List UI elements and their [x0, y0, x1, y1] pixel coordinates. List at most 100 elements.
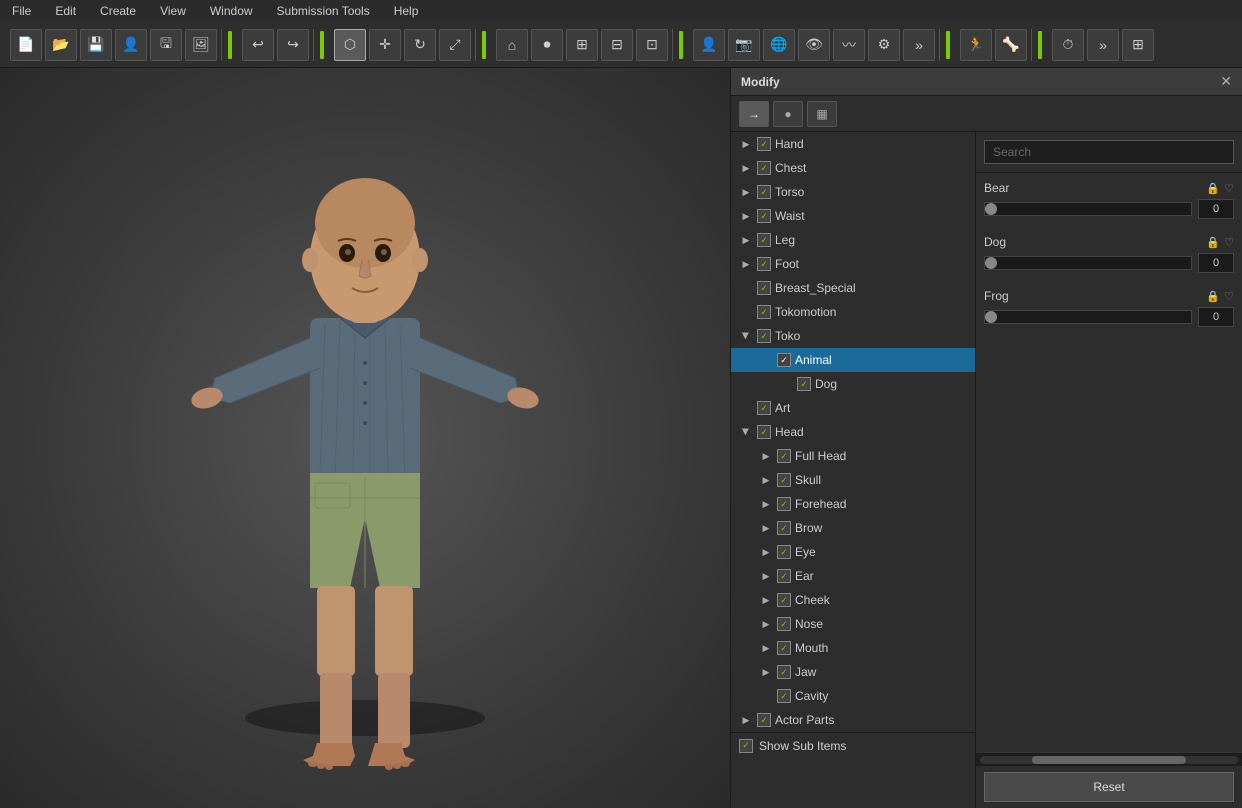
camera-button[interactable]: 📷 — [728, 29, 760, 61]
new-button[interactable]: 📄 — [10, 29, 42, 61]
morph-slider-thumb-frog[interactable] — [985, 311, 997, 323]
tree-checkbox-ear[interactable]: ✓ — [777, 569, 791, 583]
tree-arrow-jaw[interactable]: ▶ — [759, 665, 773, 679]
open-button[interactable]: 📂 — [45, 29, 77, 61]
tree-checkbox-full-head[interactable]: ✓ — [777, 449, 791, 463]
tree-checkbox-toko[interactable]: ✓ — [757, 329, 771, 343]
tree-item-breast-special[interactable]: ✓Breast_Special — [731, 276, 975, 300]
tree-arrow-full-head[interactable]: ▶ — [759, 449, 773, 463]
tree-item-hand[interactable]: ▶✓Hand — [731, 132, 975, 156]
tree-arrow-head[interactable]: ▶ — [739, 425, 753, 439]
node-opt-button[interactable]: ⊟ — [601, 29, 633, 61]
tree-item-full-head[interactable]: ▶✓Full Head — [731, 444, 975, 468]
tree-arrow-animal[interactable] — [759, 353, 773, 367]
tree-item-jaw[interactable]: ▶✓Jaw — [731, 660, 975, 684]
tree-arrow-mouth[interactable]: ▶ — [759, 641, 773, 655]
tree-item-skull[interactable]: ▶✓Skull — [731, 468, 975, 492]
tree-arrow-nose[interactable]: ▶ — [759, 617, 773, 631]
figure-view-button[interactable]: 👤 — [693, 29, 725, 61]
tab-morph[interactable]: → — [739, 101, 769, 127]
tree-item-eye[interactable]: ▶✓Eye — [731, 540, 975, 564]
tree-arrow-cavity[interactable] — [759, 689, 773, 703]
tree-item-actor-parts[interactable]: ▶✓Actor Parts — [731, 708, 975, 732]
scale-tool-button[interactable]: ⤢ — [439, 29, 471, 61]
tree-checkbox-waist[interactable]: ✓ — [757, 209, 771, 223]
frame-button[interactable]: ⌂ — [496, 29, 528, 61]
tree-checkbox-art[interactable]: ✓ — [757, 401, 771, 415]
figure-button[interactable]: 👤 — [115, 29, 147, 61]
menu-submission-tools[interactable]: Submission Tools — [273, 2, 374, 20]
tree-checkbox-actor-parts[interactable]: ✓ — [757, 713, 771, 727]
tree-arrow-breast-special[interactable] — [739, 281, 753, 295]
tree-item-dog-sub[interactable]: ✓Dog — [731, 372, 975, 396]
tree-item-head[interactable]: ▶✓Head — [731, 420, 975, 444]
tree-checkbox-jaw[interactable]: ✓ — [777, 665, 791, 679]
tree-checkbox-foot[interactable]: ✓ — [757, 257, 771, 271]
tree-item-cheek[interactable]: ▶✓Cheek — [731, 588, 975, 612]
morph-value-bear[interactable]: 0 — [1198, 199, 1234, 219]
show-sub-checkbox[interactable]: ✓ — [739, 739, 753, 753]
tree-checkbox-tokomotion[interactable]: ✓ — [757, 305, 771, 319]
render-preview-button[interactable]: 👁 — [798, 29, 830, 61]
tree-arrow-brow[interactable]: ▶ — [759, 521, 773, 535]
tree-arrow-leg[interactable]: ▶ — [739, 233, 753, 247]
morph-slider-dog[interactable] — [984, 256, 1192, 270]
cloth-button[interactable]: 〰 — [833, 29, 865, 61]
menu-file[interactable]: File — [8, 2, 35, 20]
morph-value-frog[interactable]: 0 — [1198, 307, 1234, 327]
tree-arrow-art[interactable] — [739, 401, 753, 415]
menu-create[interactable]: Create — [96, 2, 140, 20]
render-button[interactable]: 🖼 — [185, 29, 217, 61]
undo-button[interactable]: ↩ — [242, 29, 274, 61]
tree-item-mouth[interactable]: ▶✓Mouth — [731, 636, 975, 660]
perspective-button[interactable]: 🌐 — [763, 29, 795, 61]
tree-arrow-actor-parts[interactable]: ▶ — [739, 713, 753, 727]
menu-edit[interactable]: Edit — [51, 2, 80, 20]
tree-checkbox-eye[interactable]: ✓ — [777, 545, 791, 559]
tree-arrow-dog-sub[interactable] — [779, 377, 793, 391]
rotate-tool-button[interactable]: ↻ — [404, 29, 436, 61]
tree-checkbox-chest[interactable]: ✓ — [757, 161, 771, 175]
frame-all-button[interactable]: ⊞ — [1122, 29, 1154, 61]
tree-item-leg[interactable]: ▶✓Leg — [731, 228, 975, 252]
tab-grid[interactable]: ▦ — [807, 101, 837, 127]
morph-value-dog[interactable]: 0 — [1198, 253, 1234, 273]
tree-item-ear[interactable]: ▶✓Ear — [731, 564, 975, 588]
tree-checkbox-nose[interactable]: ✓ — [777, 617, 791, 631]
select-tool-button[interactable]: ⬡ — [334, 29, 366, 61]
tree-item-chest[interactable]: ▶✓Chest — [731, 156, 975, 180]
tree-checkbox-cavity[interactable]: ✓ — [777, 689, 791, 703]
tree-arrow-ear[interactable]: ▶ — [759, 569, 773, 583]
horizontal-scroll-thumb[interactable] — [1032, 756, 1187, 764]
tree-arrow-skull[interactable]: ▶ — [759, 473, 773, 487]
tree-arrow-chest[interactable]: ▶ — [739, 161, 753, 175]
timeline-more-button[interactable]: » — [1087, 29, 1119, 61]
bone-button[interactable]: 🦴 — [995, 29, 1027, 61]
tab-material[interactable]: ● — [773, 101, 803, 127]
tree-arrow-forehead[interactable]: ▶ — [759, 497, 773, 511]
morph-slider-thumb-bear[interactable] — [985, 203, 997, 215]
tree-item-art[interactable]: ✓Art — [731, 396, 975, 420]
tree-checkbox-cheek[interactable]: ✓ — [777, 593, 791, 607]
redo-button[interactable]: ↪ — [277, 29, 309, 61]
tree-checkbox-skull[interactable]: ✓ — [777, 473, 791, 487]
morph-slider-thumb-dog[interactable] — [985, 257, 997, 269]
morph-slider-frog[interactable] — [984, 310, 1192, 324]
tree-checkbox-leg[interactable]: ✓ — [757, 233, 771, 247]
tree-checkbox-dog-sub[interactable]: ✓ — [797, 377, 811, 391]
tree-arrow-waist[interactable]: ▶ — [739, 209, 753, 223]
tree-checkbox-animal[interactable]: ✓ — [777, 353, 791, 367]
morph-lock-icon-dog[interactable]: 🔒 — [1206, 236, 1220, 249]
close-button[interactable]: ✕ — [1220, 73, 1232, 90]
timeline-button[interactable]: ⏱ — [1052, 29, 1084, 61]
tree-item-brow[interactable]: ▶✓Brow — [731, 516, 975, 540]
tree-item-tokomotion[interactable]: ✓Tokomotion — [731, 300, 975, 324]
tree-arrow-foot[interactable]: ▶ — [739, 257, 753, 271]
add-node-button[interactable]: ⊞ — [566, 29, 598, 61]
search-input[interactable] — [984, 140, 1234, 164]
tree-item-forehead[interactable]: ▶✓Forehead — [731, 492, 975, 516]
morph-slider-bear[interactable] — [984, 202, 1192, 216]
tree-arrow-tokomotion[interactable] — [739, 305, 753, 319]
tree-checkbox-breast-special[interactable]: ✓ — [757, 281, 771, 295]
tree-panel[interactable]: ▶✓Hand▶✓Chest▶✓Torso▶✓Waist▶✓Leg▶✓Foot✓B… — [731, 132, 976, 808]
